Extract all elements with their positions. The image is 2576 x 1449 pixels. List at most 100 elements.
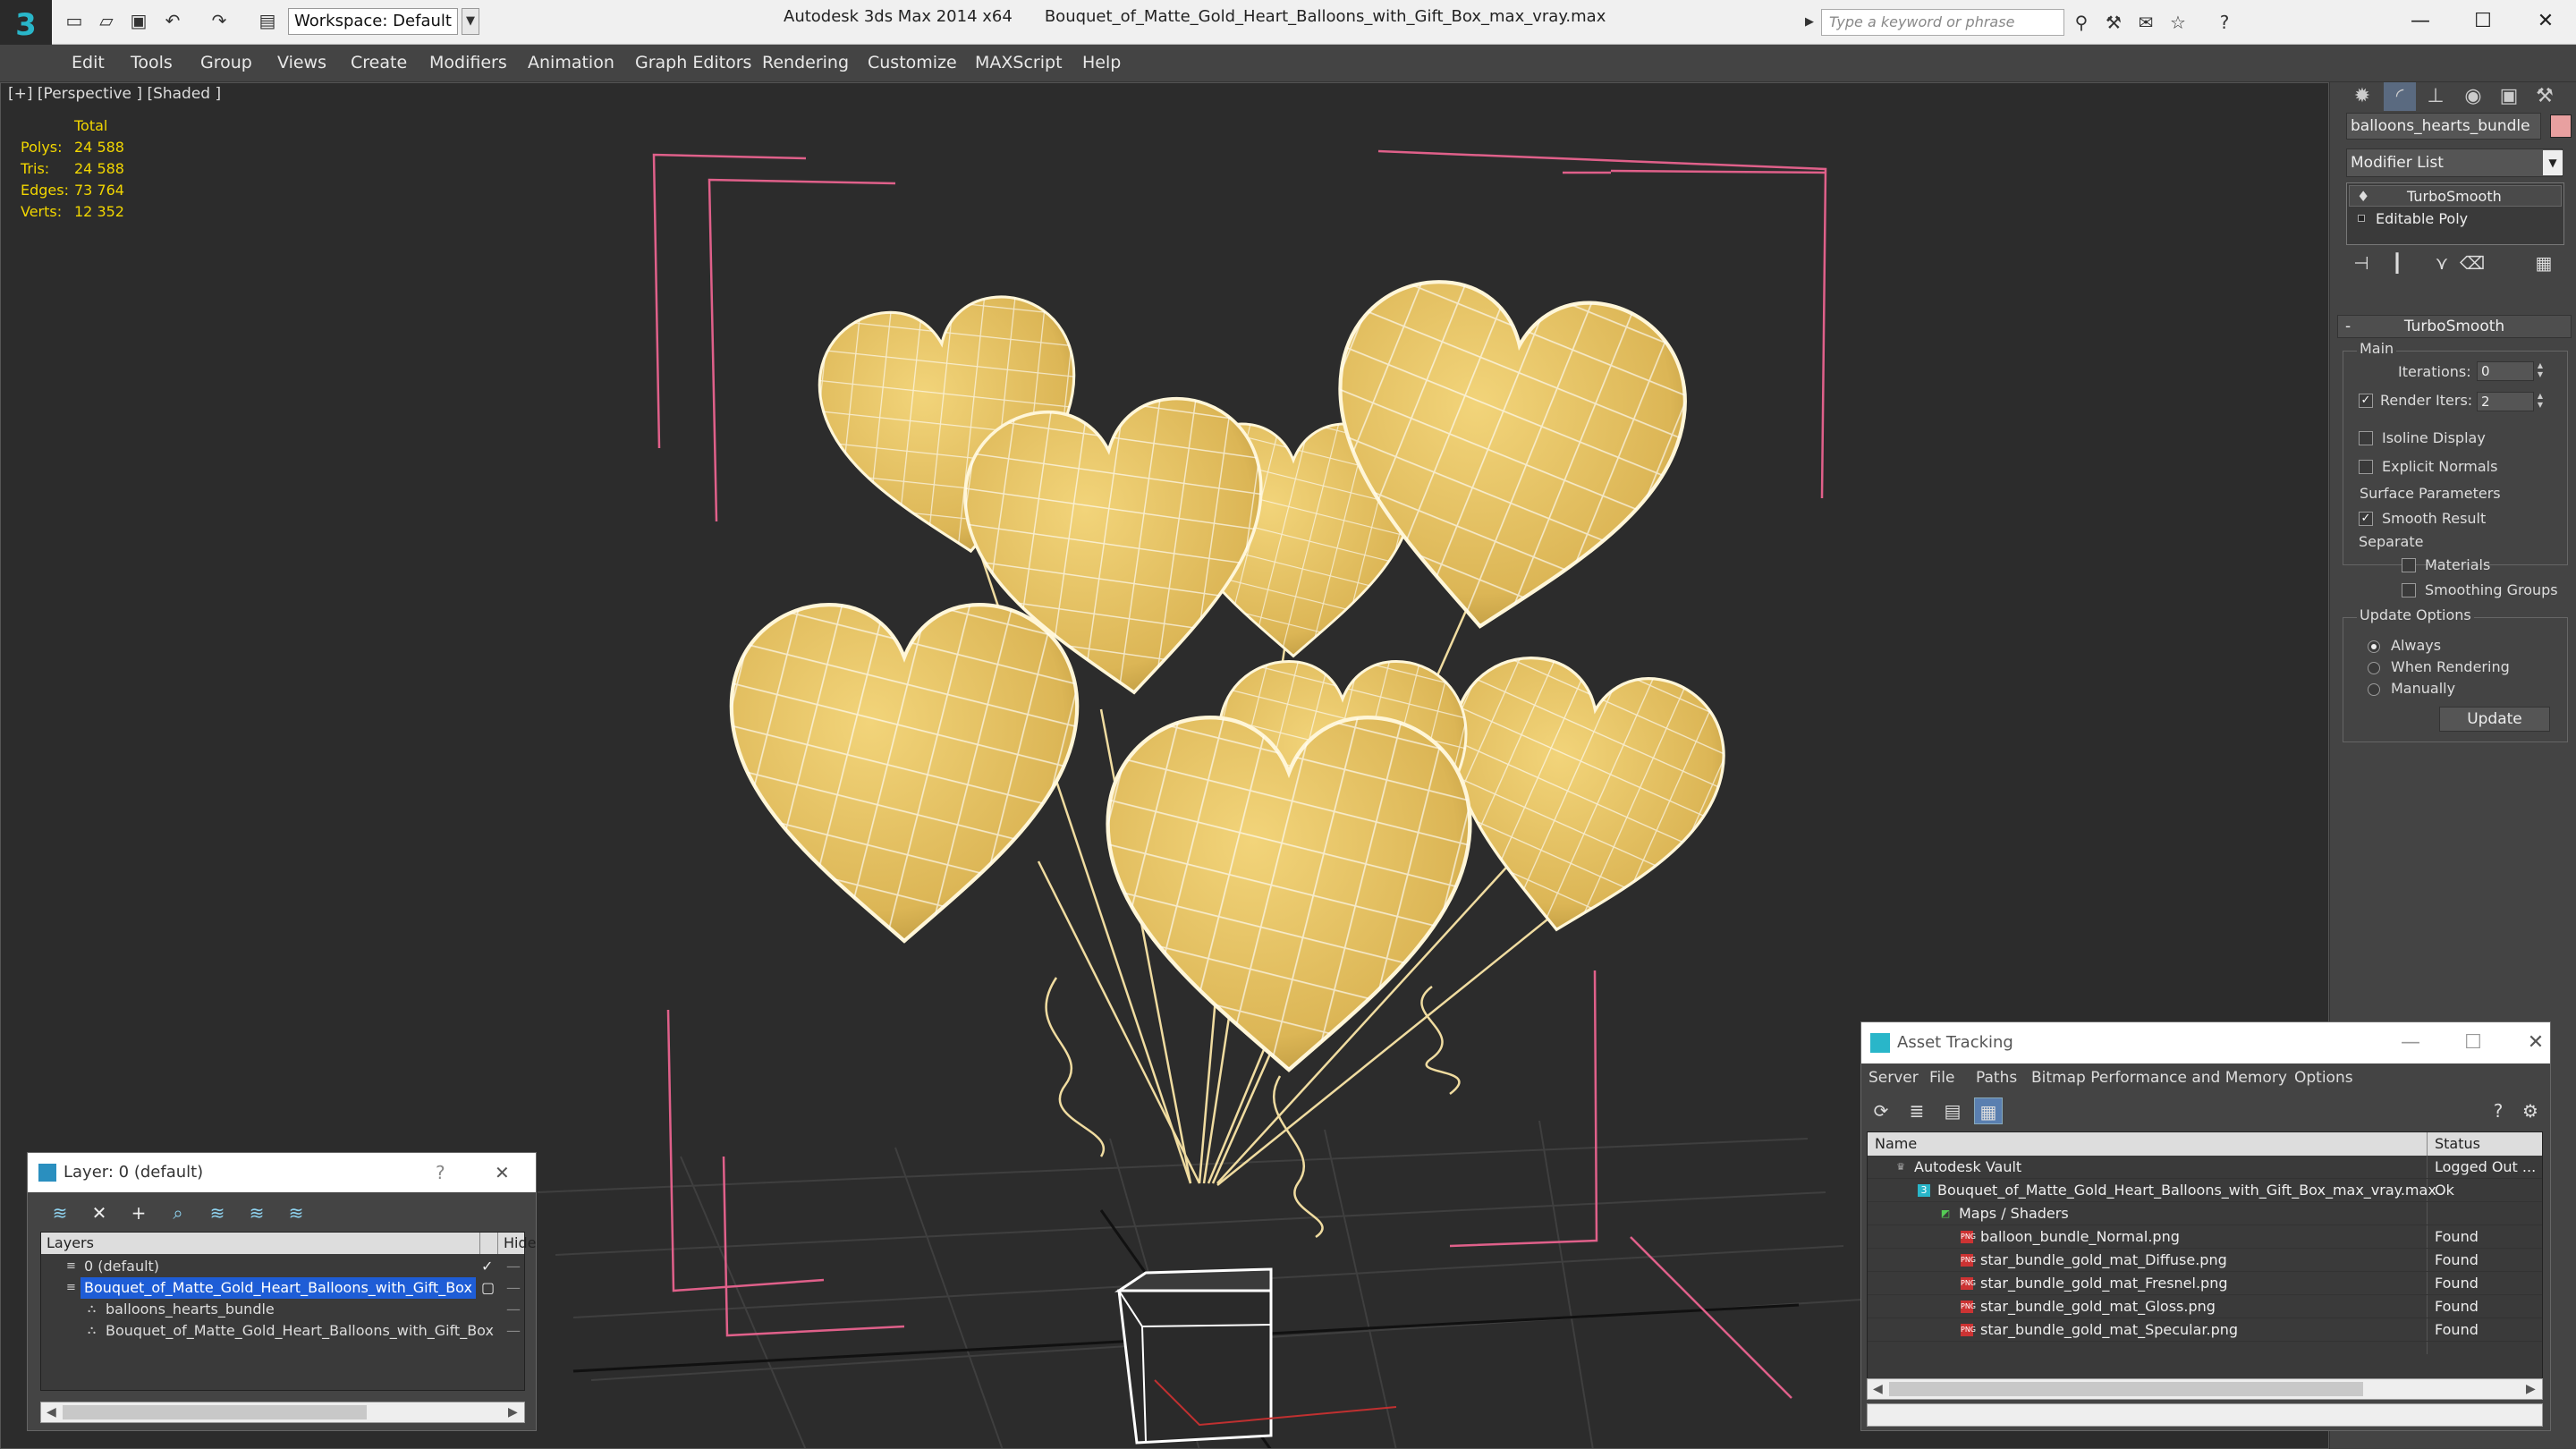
scroll-left-icon[interactable]: ◀ (1873, 1379, 1883, 1399)
settings-icon[interactable]: ⚙ (2516, 1097, 2545, 1124)
smoothing-groups-checkbox[interactable] (2402, 583, 2416, 597)
create-tab-icon[interactable]: ✹ (2346, 82, 2378, 111)
rollout-turbosmooth[interactable]: - TurboSmooth (2337, 315, 2572, 338)
favorites-star-icon[interactable]: ☆ (2166, 11, 2190, 34)
help-icon[interactable]: ? (436, 1153, 445, 1192)
menu-bitmap-performance[interactable]: Bitmap Performance and Memory (2031, 1069, 2287, 1087)
stack-item-editable-poly[interactable]: Editable Poly (2349, 208, 2562, 230)
add-to-layer-icon[interactable]: + (124, 1199, 153, 1226)
asset-row[interactable]: PNG star_bundle_gold_mat_Diffuse.png Fou… (1868, 1249, 2542, 1272)
layer-row[interactable]: ⛬ balloons_hearts_bundle — (41, 1299, 524, 1320)
chevron-down-icon[interactable]: ▼ (462, 8, 479, 35)
search-input[interactable]: Type a keyword or phrase (1821, 9, 2064, 36)
make-unique-icon[interactable]: ⋎ (2427, 250, 2457, 275)
select-objects-icon[interactable]: ⌕ (164, 1199, 192, 1226)
asset-row[interactable]: ♛ Autodesk Vault Logged Out ... (1868, 1156, 2542, 1179)
isoline-checkbox[interactable] (2359, 431, 2373, 445)
always-radio[interactable] (2368, 640, 2380, 653)
horizontal-scrollbar[interactable]: ◀ ▶ (1867, 1378, 2543, 1400)
layer-row[interactable]: ≡ 0 (default) ✓ — (41, 1256, 524, 1277)
open-file-icon[interactable]: ▱ (95, 9, 118, 32)
iterations-spinner[interactable]: 0 (2477, 361, 2534, 381)
horizontal-scrollbar[interactable]: ◀ ▶ (40, 1402, 525, 1423)
asset-row[interactable]: PNG star_bundle_gold_mat_Gloss.png Found (1868, 1295, 2542, 1318)
redo-icon[interactable]: ↷ (208, 9, 231, 32)
highlight-layer-icon[interactable]: ≋ (203, 1199, 232, 1226)
col-layers[interactable]: Layers (47, 1233, 94, 1254)
menu-graph-editors[interactable]: Graph Editors (635, 53, 751, 72)
maximize-icon[interactable]: ☐ (2456, 4, 2510, 39)
workspace-dropdown[interactable]: Workspace: Default (288, 8, 458, 35)
binoculars-icon[interactable]: ⚲ (2070, 11, 2093, 34)
menu-create[interactable]: Create (351, 53, 407, 72)
render-iters-checkbox[interactable]: ✓ (2359, 394, 2373, 408)
modifier-list-dropdown[interactable]: Modifier List (2346, 148, 2563, 177)
hierarchy-tab-icon[interactable]: ⊥ (2419, 82, 2452, 111)
search-expand-icon[interactable]: ▶ (1805, 11, 1818, 34)
close-icon[interactable]: ✕ (495, 1153, 510, 1192)
menu-tools[interactable]: Tools (131, 53, 173, 72)
scroll-right-icon[interactable]: ▶ (2526, 1379, 2536, 1399)
refresh-icon[interactable]: ⟳ (1867, 1097, 1895, 1124)
save-file-icon[interactable]: ▣ (127, 9, 150, 32)
asset-row[interactable]: 3 Bouquet_of_Matte_Gold_Heart_Balloons_w… (1868, 1179, 2542, 1202)
modify-tab-icon[interactable]: ◜ (2384, 82, 2416, 111)
menu-animation[interactable]: Animation (528, 53, 614, 72)
menu-group[interactable]: Group (200, 53, 252, 72)
show-end-result-icon[interactable]: ┃ (2382, 250, 2412, 275)
col-name[interactable]: Name (1875, 1132, 1917, 1156)
display-tab-icon[interactable]: ▣ (2493, 82, 2525, 111)
communication-icon[interactable]: ✉ (2134, 11, 2157, 34)
menu-help[interactable]: Help (1082, 53, 1121, 72)
col-status[interactable]: Status (2435, 1132, 2480, 1156)
materials-checkbox[interactable] (2402, 558, 2416, 572)
list-view-icon[interactable]: ≣ (1902, 1097, 1931, 1124)
spinner-arrows-icon[interactable]: ▲ ▼ (2534, 392, 2546, 411)
delete-layer-icon[interactable]: ✕ (85, 1199, 114, 1226)
motion-tab-icon[interactable]: ◉ (2457, 82, 2489, 111)
undo-icon[interactable]: ↶ (161, 9, 184, 32)
expand-square-icon[interactable] (2358, 215, 2365, 222)
close-icon[interactable]: ✕ (2518, 1022, 2554, 1063)
menu-server[interactable]: Server (1868, 1069, 1919, 1087)
update-button[interactable]: Update (2439, 707, 2550, 732)
menu-edit[interactable]: Edit (72, 53, 105, 72)
scrollbar-thumb[interactable] (1889, 1382, 2363, 1396)
freeze-all-icon[interactable]: ≋ (282, 1199, 310, 1226)
minimize-icon[interactable]: — (2393, 1022, 2428, 1063)
remove-modifier-icon[interactable]: ⌫ (2457, 250, 2487, 275)
asset-row[interactable]: PNG star_bundle_gold_mat_Specular.png Fo… (1868, 1318, 2542, 1342)
asset-row[interactable]: PNG balloon_bundle_Normal.png Found (1868, 1225, 2542, 1249)
menu-file[interactable]: File (1929, 1069, 1954, 1087)
col-hide[interactable]: Hide (497, 1233, 536, 1254)
active-check-icon[interactable]: ✓ (481, 1256, 493, 1277)
when-rendering-radio[interactable] (2368, 662, 2380, 674)
stack-item-turbosmooth[interactable]: ♦ TurboSmooth (2349, 185, 2562, 207)
create-layer-icon[interactable]: ≋ (46, 1199, 74, 1226)
minimize-icon[interactable]: — (2394, 4, 2447, 39)
asset-row[interactable]: ◩ Maps / Shaders (1868, 1202, 2542, 1225)
explicit-normals-checkbox[interactable] (2359, 460, 2373, 474)
layer-row[interactable]: ⛬ Bouquet_of_Matte_Gold_Heart_Balloons_w… (41, 1320, 524, 1342)
menu-maxscript[interactable]: MAXScript (975, 53, 1063, 72)
new-file-icon[interactable]: ▭ (63, 9, 86, 32)
project-folder-icon[interactable]: ▤ (256, 9, 279, 32)
scroll-left-icon[interactable]: ◀ (47, 1402, 56, 1422)
smooth-result-checkbox[interactable]: ✓ (2359, 512, 2373, 526)
lightbulb-icon[interactable]: ♦ (2357, 186, 2369, 208)
maximize-icon[interactable]: ☐ (2455, 1022, 2491, 1063)
menu-modifiers[interactable]: Modifiers (429, 53, 507, 72)
chevron-down-icon[interactable]: ▼ (2543, 150, 2563, 175)
help-icon[interactable]: ? (2484, 1097, 2512, 1124)
object-color-swatch[interactable] (2550, 114, 2572, 138)
scroll-right-icon[interactable]: ▶ (508, 1402, 518, 1422)
configure-sets-icon[interactable]: ▦ (2529, 250, 2559, 275)
menu-options[interactable]: Options (2294, 1069, 2353, 1087)
viewport-label[interactable]: [+] [Perspective ] [Shaded ] (8, 85, 221, 103)
layer-row[interactable]: ≡ Bouquet_of_Matte_Gold_Heart_Balloons_w… (41, 1277, 524, 1299)
pin-stack-icon[interactable]: ⊣ (2346, 250, 2377, 275)
object-name-field[interactable]: balloons_hearts_bundle (2346, 113, 2541, 140)
menu-views[interactable]: Views (277, 53, 326, 72)
current-layer-icon[interactable]: ▢ (481, 1277, 495, 1299)
subscription-icon[interactable]: ⚒ (2102, 11, 2125, 34)
